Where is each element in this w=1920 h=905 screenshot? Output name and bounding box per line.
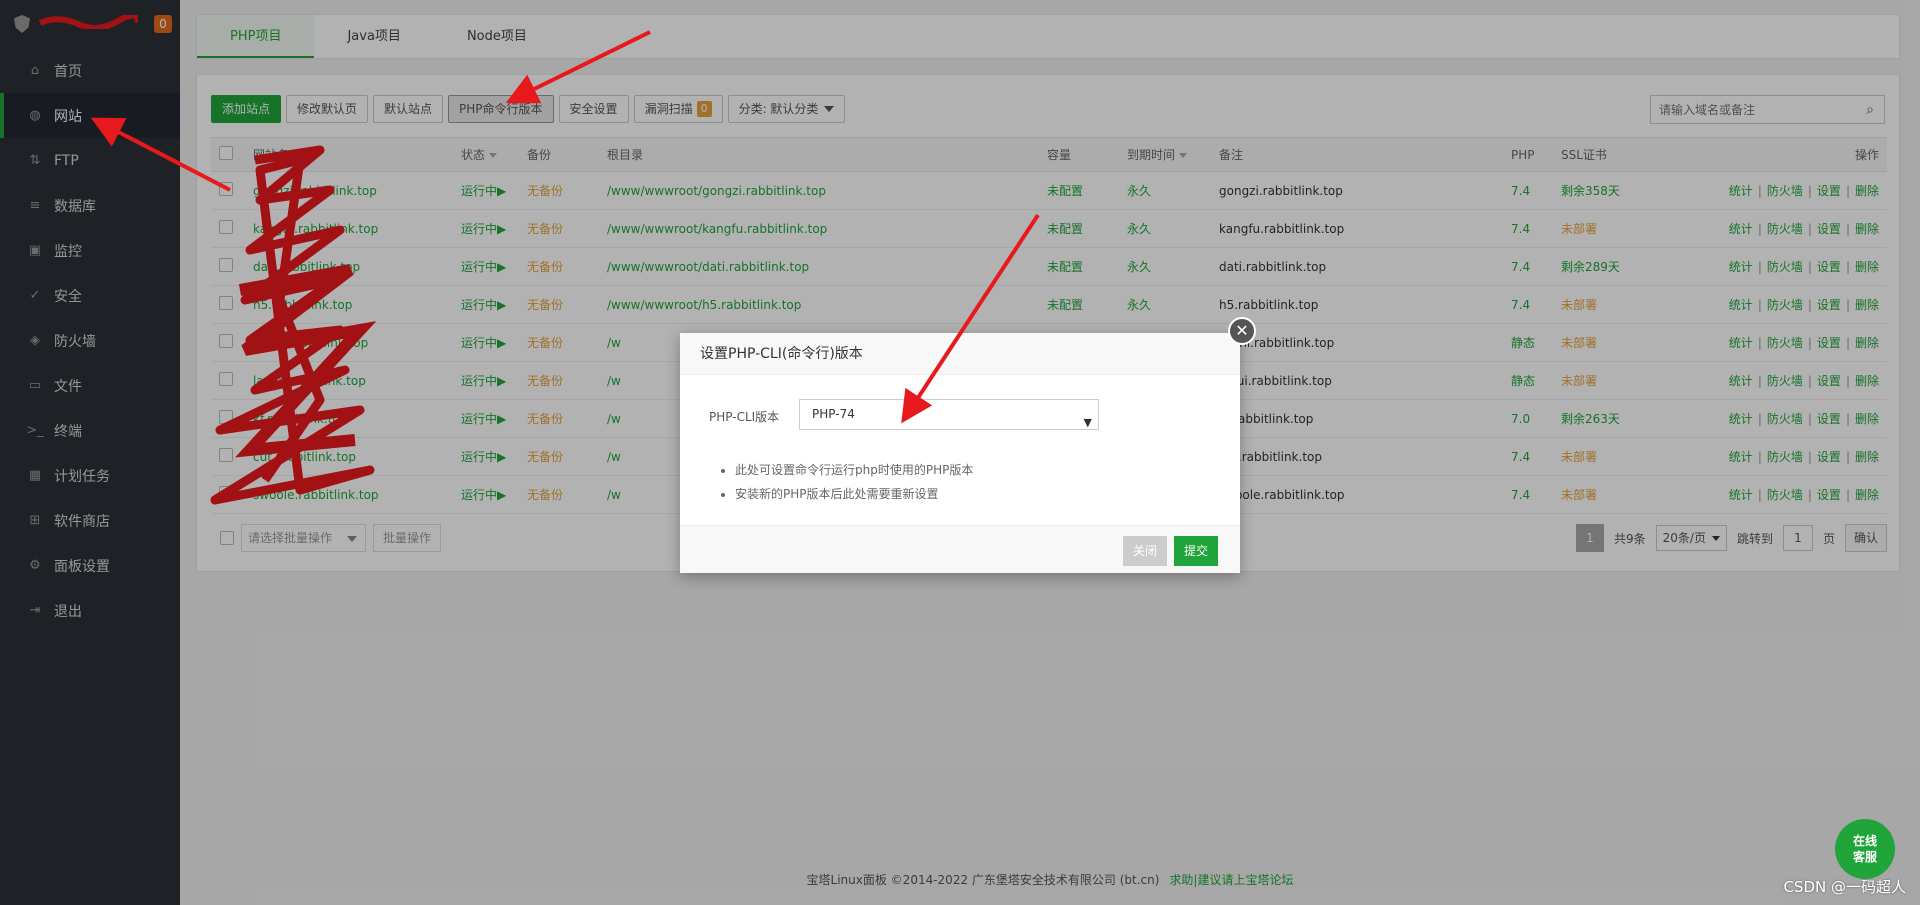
chevron-down-icon: ▼ (1083, 416, 1092, 429)
dialog-footer: 关闭 提交 (680, 525, 1240, 573)
php-cli-version-select[interactable]: PHP-74 ▼ (799, 399, 1099, 430)
submit-button[interactable]: 提交 (1174, 536, 1219, 566)
watermark: CSDN @一码超人 (1783, 878, 1906, 896)
chat-label-2: 客服 (1852, 850, 1877, 864)
close-button[interactable]: 关闭 (1123, 536, 1168, 566)
php-cli-dialog: 设置PHP-CLI(命令行)版本 ✕ PHP-CLI版本 PHP-74 ▼ 此处… (680, 317, 1256, 573)
dialog-notes: 此处可设置命令行运行php时使用的PHP版本 安装新的PHP版本后此处需要重新设… (735, 458, 973, 506)
online-support-button[interactable]: 在线 客服 (1835, 819, 1895, 879)
close-icon[interactable]: ✕ (1228, 317, 1256, 345)
php-cli-label: PHP-CLI版本 (709, 410, 780, 424)
selected-version: PHP-74 (812, 407, 855, 421)
dialog-title: 设置PHP-CLI(命令行)版本 (680, 333, 1240, 375)
note-item: 安装新的PHP版本后此处需要重新设置 (735, 482, 973, 506)
chat-label-1: 在线 (1852, 834, 1877, 848)
note-item: 此处可设置命令行运行php时使用的PHP版本 (735, 458, 973, 482)
